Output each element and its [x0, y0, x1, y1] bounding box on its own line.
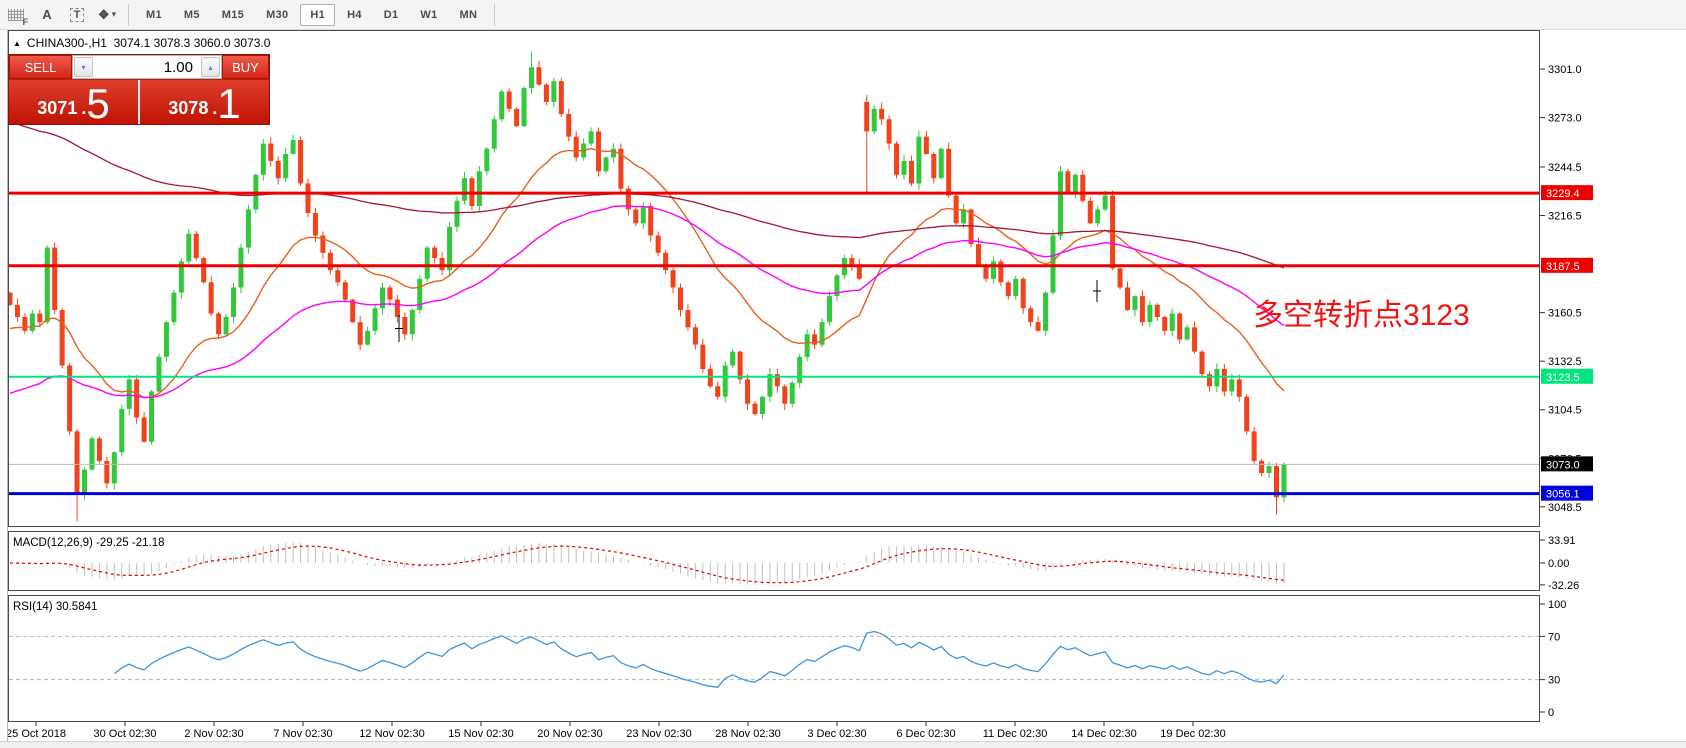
buy-price-button[interactable]: 3078 . 1 — [140, 80, 269, 124]
svg-text:25 Oct 2018: 25 Oct 2018 — [6, 728, 66, 740]
toolbar-separator — [128, 4, 129, 26]
price-axis-labels: 3301.0 3273.0 3244.5 3216.5 3160.5 3132.5 3104… — [1540, 64, 1593, 514]
chart-title: ▲ CHINA300-,H1 3074.1 3078.3 3060.0 3073… — [13, 36, 270, 50]
svg-text:11 Dec 02:30: 11 Dec 02:30 — [983, 728, 1048, 740]
svg-text:3273.0: 3273.0 — [1548, 113, 1582, 125]
timeframe-m1[interactable]: M1 — [136, 4, 172, 26]
svg-text:33.91: 33.91 — [1548, 535, 1576, 547]
sell-button[interactable]: SELL — [9, 55, 72, 79]
svg-text:0: 0 — [1548, 707, 1554, 719]
textbox-tool-icon[interactable]: T — [65, 4, 89, 26]
text-tool-icon[interactable]: A — [35, 4, 59, 26]
one-click-trading-panel: SELL ▾ 1.00 ▴ BUY 3071 . 5 3078 . 1 — [8, 54, 270, 125]
svg-text:70: 70 — [1548, 631, 1560, 643]
macd-axis: 33.91 0.00 -32.26 — [1540, 535, 1579, 592]
svg-text:12 Nov 02:30: 12 Nov 02:30 — [359, 728, 424, 740]
svg-text:3301.0: 3301.0 — [1548, 64, 1582, 76]
status-strip — [0, 741, 1686, 748]
buy-price-base: 3078 — [168, 95, 208, 121]
svg-text:3104.5: 3104.5 — [1548, 405, 1582, 417]
timeframe-w1[interactable]: W1 — [410, 4, 447, 26]
rsi-axis: 100 70 30 0 — [1540, 599, 1566, 719]
mt4-window: 多空转折点31233301.03273.03244.53216.53160.53… — [0, 0, 1686, 748]
svg-text:0.00: 0.00 — [1548, 558, 1569, 570]
timeframe-m30[interactable]: M30 — [256, 4, 298, 26]
timeframe-h4[interactable]: H4 — [337, 4, 372, 26]
volume-input[interactable]: 1.00 — [94, 56, 200, 78]
svg-text:2 Nov 02:30: 2 Nov 02:30 — [184, 728, 243, 740]
date-axis-labels: 25 Oct 2018 30 Oct 02:30 2 Nov 02:30 7 Nov … — [6, 722, 1226, 740]
svg-text:3056.1: 3056.1 — [1546, 489, 1580, 501]
sell-price-big-digit: 5 — [86, 87, 109, 121]
dropdown-caret-icon: ▾ — [112, 9, 117, 20]
svg-text:3048.5: 3048.5 — [1548, 502, 1582, 514]
fibonacci-tool-icon[interactable]: F — [3, 4, 29, 26]
svg-text:7 Nov 02:30: 7 Nov 02:30 — [273, 728, 332, 740]
svg-text:-32.26: -32.26 — [1548, 580, 1579, 592]
svg-text:30 Oct 02:30: 30 Oct 02:30 — [94, 728, 157, 740]
svg-text:3160.5: 3160.5 — [1548, 308, 1582, 320]
volume-increase-button[interactable]: ▴ — [201, 57, 220, 77]
shapes-tool-icon[interactable]: ❖ ▾ — [95, 4, 119, 26]
svg-text:3 Dec 02:30: 3 Dec 02:30 — [807, 728, 866, 740]
svg-text:3187.5: 3187.5 — [1546, 261, 1580, 273]
svg-text:14 Dec 02:30: 14 Dec 02:30 — [1071, 728, 1136, 740]
chart-annotation-text: 多空转折点3123 — [1253, 299, 1470, 332]
svg-text:3132.5: 3132.5 — [1548, 356, 1582, 368]
timeframe-h1[interactable]: H1 — [300, 4, 335, 26]
timeframe-d1[interactable]: D1 — [374, 4, 409, 26]
svg-text:3123.5: 3123.5 — [1546, 372, 1580, 384]
text-letter: A — [42, 7, 51, 22]
svg-text:3229.4: 3229.4 — [1546, 188, 1580, 200]
volume-decrease-button[interactable]: ▾ — [74, 57, 93, 77]
shapes-glyph: ❖ — [98, 7, 110, 23]
toolbar: F A T ❖ ▾ M1M5M15M30H1H4D1W1MN — [0, 0, 1686, 30]
buy-button[interactable]: BUY — [222, 55, 269, 79]
timeframe-bar: M1M5M15M30H1H4D1W1MN — [135, 0, 488, 29]
timeframe-mn[interactable]: MN — [450, 4, 488, 26]
textbox-letter: T — [70, 8, 85, 22]
svg-text:3073.0: 3073.0 — [1546, 459, 1580, 471]
svg-text:19 Dec 02:30: 19 Dec 02:30 — [1160, 728, 1225, 740]
timeframe-m5[interactable]: M5 — [174, 4, 210, 26]
volume-spinner: ▾ 1.00 ▴ — [72, 55, 222, 79]
svg-text:3216.5: 3216.5 — [1548, 211, 1582, 223]
symbol-ohlc-text: CHINA300-,H1 3074.1 3078.3 3060.0 3073.0 — [27, 36, 271, 50]
svg-text:20 Nov 02:30: 20 Nov 02:30 — [537, 728, 602, 740]
collapse-triangle-icon[interactable]: ▲ — [13, 39, 21, 48]
svg-text:28 Nov 02:30: 28 Nov 02:30 — [715, 728, 780, 740]
sell-price-button[interactable]: 3071 . 5 — [9, 80, 138, 124]
toolbar-separator — [494, 4, 495, 26]
sell-price-base: 3071 — [37, 95, 77, 121]
svg-text:100: 100 — [1548, 599, 1566, 611]
left-gutter — [0, 29, 8, 748]
fibonacci-letter: F — [23, 17, 29, 27]
timeframe-m15[interactable]: M15 — [212, 4, 254, 26]
rsi-label: RSI(14) 30.5841 — [13, 601, 97, 613]
buy-price-big-digit: 1 — [217, 87, 240, 121]
svg-text:6 Dec 02:30: 6 Dec 02:30 — [896, 728, 955, 740]
svg-text:15 Nov 02:30: 15 Nov 02:30 — [448, 728, 513, 740]
svg-text:30: 30 — [1548, 675, 1560, 687]
svg-text:3244.5: 3244.5 — [1548, 162, 1582, 174]
macd-label: MACD(12,26,9) -29.25 -21.18 — [13, 537, 165, 549]
svg-text:23 Nov 02:30: 23 Nov 02:30 — [626, 728, 691, 740]
